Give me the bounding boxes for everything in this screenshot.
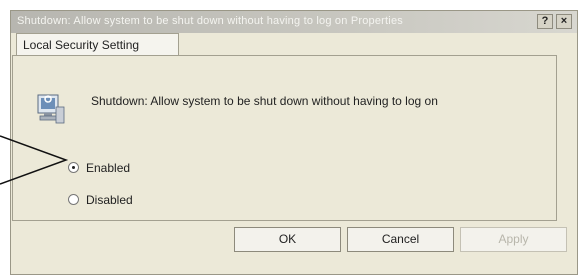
option-disabled[interactable]: Disabled <box>68 192 133 210</box>
cancel-button[interactable]: Cancel <box>347 227 454 252</box>
close-button[interactable]: × <box>556 14 572 29</box>
title-bar[interactable]: Shutdown: Allow system to be shut down w… <box>11 11 577 33</box>
tab-local-security-setting[interactable]: Local Security Setting <box>16 33 179 56</box>
policy-description: Shutdown: Allow system to be shut down w… <box>91 94 438 108</box>
disabled-radio[interactable] <box>68 194 79 206</box>
apply-button[interactable]: Apply <box>460 227 567 252</box>
ok-button[interactable]: OK <box>234 227 341 252</box>
window-title: Shutdown: Allow system to be shut down w… <box>17 15 403 27</box>
enabled-radio[interactable] <box>68 162 79 174</box>
option-enabled[interactable]: Enabled <box>68 160 130 178</box>
disabled-label: Disabled <box>86 192 133 207</box>
help-button[interactable]: ? <box>537 14 553 29</box>
policy-computer-icon <box>36 93 66 125</box>
enabled-label: Enabled <box>86 160 131 175</box>
